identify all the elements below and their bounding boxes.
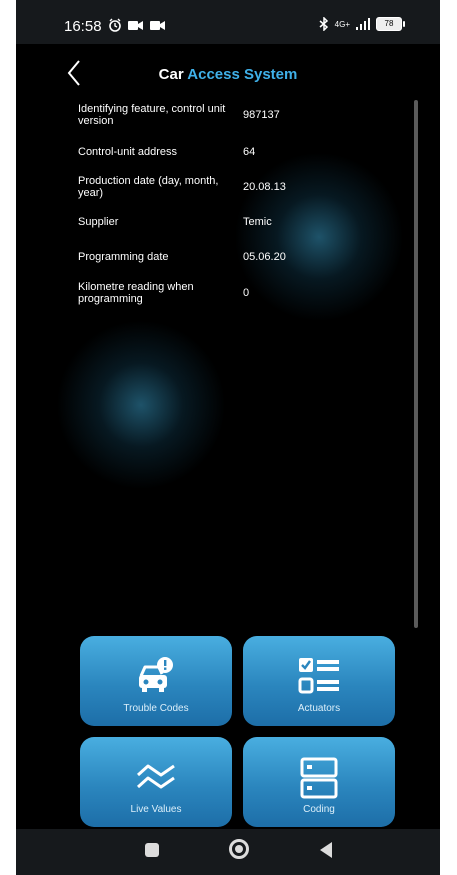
status-icons <box>108 18 166 32</box>
video-icon <box>128 20 143 30</box>
bluetooth-icon <box>319 17 328 31</box>
checklist-icon <box>298 658 339 694</box>
info-label: Control-unit address <box>78 146 178 158</box>
alarm-icon <box>109 18 121 32</box>
home-icon[interactable] <box>229 839 249 859</box>
title-accent: Access System <box>187 66 298 83</box>
coding-button[interactable]: Coding <box>243 737 395 827</box>
status-right: 4G+ 78 <box>319 17 405 31</box>
phone-screen: 16:58 4G+ 78 Car Access System Identifyi… <box>16 0 440 875</box>
tile-label: Trouble Codes <box>123 703 189 714</box>
header: Car Access System <box>16 44 440 104</box>
live-values-button[interactable]: Live Values <box>80 737 232 827</box>
signal-icon <box>356 18 370 30</box>
actuators-button[interactable]: Actuators <box>243 636 395 726</box>
trouble-codes-button[interactable]: Trouble Codes <box>80 636 232 726</box>
info-value: 05.06.20 <box>243 251 286 263</box>
tile-label: Live Values <box>130 804 182 815</box>
recent-apps-icon[interactable] <box>145 843 159 857</box>
system-nav-bar <box>16 829 440 875</box>
page-title: Car Access System <box>16 66 440 83</box>
info-label: Programming date <box>78 251 169 263</box>
info-value: 20.08.13 <box>243 181 286 193</box>
battery-icon: 78 <box>376 17 405 31</box>
info-value: 987137 <box>243 109 280 121</box>
title-prefix: Car <box>158 66 184 83</box>
info-label: Kilometre reading when programming <box>78 281 194 305</box>
info-value: 0 <box>243 287 250 299</box>
status-time: 16:58 <box>64 18 102 35</box>
car-alert-icon <box>139 657 173 692</box>
network-type: 4G+ <box>334 19 350 29</box>
server-icon <box>300 757 338 799</box>
info-label: Production date (day, month, year) <box>78 175 219 199</box>
info-value: Temic <box>243 216 272 228</box>
background-glow <box>56 320 226 490</box>
tile-label: Coding <box>303 804 335 815</box>
tile-label: Actuators <box>297 703 341 714</box>
info-label: Identifying feature, control unit versio… <box>78 103 226 127</box>
info-label: Supplier <box>78 216 119 228</box>
info-value: 64 <box>243 146 256 158</box>
back-icon[interactable] <box>320 842 332 858</box>
background-glow <box>234 152 404 322</box>
wave-lines-icon <box>136 764 175 789</box>
video-icon <box>150 20 165 30</box>
scrollbar[interactable] <box>414 100 418 628</box>
status-bar: 16:58 4G+ 78 <box>16 0 440 44</box>
